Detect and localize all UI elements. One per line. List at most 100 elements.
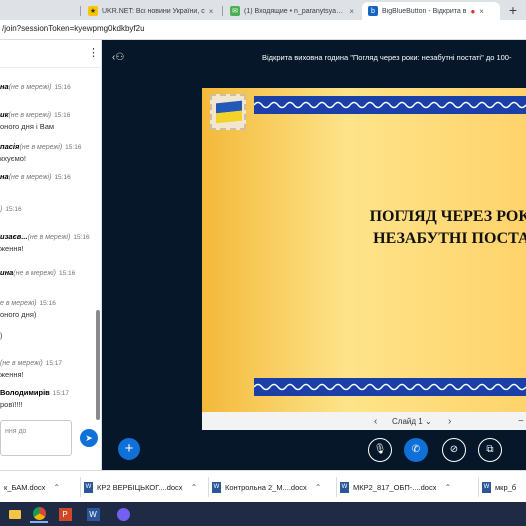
close-tab-icon[interactable]: × bbox=[479, 7, 484, 16]
download-item[interactable]: W КР2 ВЕРБІЦЬКОГ....docx ⌃ bbox=[84, 471, 197, 503]
tab-label: UKR.NET: Всі новини України, с bbox=[102, 7, 205, 15]
word-doc-icon: W bbox=[212, 481, 221, 493]
meeting-header: ‹⚇ Відкрита виховна година "Погляд через… bbox=[102, 40, 526, 76]
address-bar[interactable]: /join?sessionToken=kyewpmg0kdkbyf2u bbox=[0, 20, 526, 40]
message-author: изаєв... bbox=[0, 232, 28, 241]
message-text: ровї!!!! bbox=[0, 400, 23, 409]
tab-label: BigBlueButton - Відкрита в bbox=[382, 7, 467, 15]
file-explorer-icon[interactable] bbox=[6, 505, 24, 523]
tab-bigbluebutton[interactable]: b BigBlueButton - Відкрита в ● × bbox=[362, 2, 500, 20]
leave-audio-button[interactable]: ✆ bbox=[404, 438, 428, 462]
actions-button[interactable]: + bbox=[118, 438, 140, 460]
message-time: 15:16 bbox=[5, 206, 22, 213]
download-filename: к_БАМ.docx bbox=[4, 482, 46, 492]
chat-message: пасія(не в мережі) 15:16 кхуємо! bbox=[0, 142, 96, 163]
word-doc-icon: W bbox=[340, 481, 349, 493]
chat-message: на(не в мережі) 15:16 bbox=[0, 172, 96, 181]
download-separator bbox=[208, 477, 209, 497]
chat-message: изаєв...(не в мережі) 15:16 ження! bbox=[0, 232, 96, 253]
offline-status: (не в мережі) bbox=[27, 234, 71, 241]
message-author: пасія bbox=[0, 142, 20, 151]
chat-scrollbar[interactable] bbox=[96, 310, 100, 420]
mail-icon: ✉ bbox=[230, 6, 240, 16]
screen-share-icon: ⧉ bbox=[486, 444, 494, 455]
presentation-area: ‹⚇ Відкрита виховна година "Погляд через… bbox=[102, 40, 526, 470]
close-tab-icon[interactable]: × bbox=[209, 7, 214, 16]
download-separator bbox=[80, 477, 81, 497]
word-doc-icon: W bbox=[84, 481, 93, 493]
mute-mic-button[interactable]: 🎙 bbox=[368, 438, 392, 462]
presentation-slide: ПОГЛЯД ЧЕРЕЗ РОКИ НЕЗАБУТНІ ПОСТАТ bbox=[202, 88, 526, 412]
more-options-icon[interactable]: ⋮ bbox=[88, 46, 99, 59]
chrome-icon[interactable] bbox=[30, 505, 48, 523]
chat-message: ина(не в мережі) 15:16 bbox=[0, 268, 96, 277]
message-time: 15:16 bbox=[65, 144, 82, 151]
download-item[interactable]: W Контрольна 2_М....docx ⌃ bbox=[212, 471, 321, 503]
slide-title-line: НЕЗАБУТНІ ПОСТАТ bbox=[373, 230, 526, 247]
message-time: 15:16 bbox=[54, 84, 71, 91]
tab-separator bbox=[80, 6, 81, 16]
offline-status: (не в мережі) bbox=[8, 112, 52, 119]
slide-number: Слайд 1 bbox=[392, 416, 423, 426]
chevron-up-icon[interactable]: ⌃ bbox=[191, 483, 198, 492]
message-time: 15:16 bbox=[39, 300, 56, 307]
share-screen-button[interactable]: ⧉ bbox=[478, 438, 502, 462]
chevron-up-icon[interactable]: ⌃ bbox=[53, 483, 60, 492]
download-filename: Контрольна 2_М....docx bbox=[225, 482, 307, 492]
slide-selector[interactable]: Слайд 1 ⌄ bbox=[392, 417, 432, 426]
word-icon[interactable]: W bbox=[84, 505, 102, 523]
mute-mic-icon: 🎙 bbox=[373, 444, 387, 455]
tab-mail[interactable]: ✉ (1) Входящие • n_paranytsya@u × bbox=[224, 2, 360, 20]
offline-status: (не в мережі) bbox=[8, 174, 52, 181]
chat-header: ⋮ bbox=[0, 40, 102, 68]
camera-off-icon: ⊘ bbox=[449, 444, 459, 455]
phone-icon: ✆ bbox=[411, 444, 421, 455]
chat-message: ) 15:16 bbox=[0, 204, 96, 213]
download-filename: КР2 ВЕРБІЦЬКОГ....docx bbox=[97, 482, 183, 492]
message-time: 15:16 bbox=[54, 112, 71, 119]
message-author: на bbox=[0, 172, 9, 181]
word-doc-icon: W bbox=[482, 481, 491, 493]
recording-indicator-icon: ● bbox=[470, 6, 476, 16]
offline-status: е в мережі) bbox=[0, 300, 37, 307]
next-slide-icon[interactable]: › bbox=[448, 416, 451, 427]
viber-icon[interactable] bbox=[114, 505, 132, 523]
offline-status: (не в мережі) bbox=[13, 270, 57, 277]
share-webcam-button[interactable]: ⊘ bbox=[442, 438, 466, 462]
message-time: 15:17 bbox=[45, 360, 63, 367]
offline-status: (не в мережі) bbox=[0, 360, 43, 367]
download-item[interactable]: к_БАМ.docx ⌃ bbox=[4, 471, 60, 503]
message-text: ження! bbox=[0, 244, 24, 253]
ukraine-stamp-image bbox=[210, 94, 246, 130]
previous-slide-icon[interactable]: ‹ bbox=[374, 416, 377, 427]
download-separator bbox=[478, 477, 479, 497]
close-tab-icon[interactable]: × bbox=[349, 7, 354, 16]
message-time: 15:17 bbox=[52, 390, 70, 397]
chat-message-list: на(не в мережі) 15:16 ик(не в мережі) 15:1… bbox=[0, 68, 96, 418]
user-list-toggle-icon[interactable]: ‹⚇ bbox=[112, 52, 124, 63]
browser-tab-strip: ★ UKR.NET: Всі новини України, с × ✉ (1)… bbox=[0, 0, 526, 20]
zoom-out-icon[interactable]: − bbox=[518, 416, 524, 427]
slide-navigation-bar: ‹ Слайд 1 ⌄ › − bbox=[202, 412, 526, 430]
download-item[interactable]: W мкр_б bbox=[482, 471, 516, 503]
ornament-band-top bbox=[254, 96, 526, 114]
chevron-up-icon[interactable]: ⌃ bbox=[315, 483, 322, 492]
message-author: Володимирів bbox=[0, 388, 50, 397]
chat-message-input[interactable]: ння до bbox=[0, 420, 72, 456]
wave-ornament bbox=[254, 383, 526, 391]
offline-status: (не в мережі) bbox=[8, 84, 52, 91]
offline-status: (не в мережі) bbox=[19, 144, 63, 151]
chevron-up-icon[interactable]: ⌃ bbox=[444, 483, 451, 492]
url-text[interactable]: /join?sessionToken=kyewpmg0kdkbyf2u bbox=[2, 24, 145, 33]
message-author: на bbox=[0, 82, 9, 91]
download-item[interactable]: W МКР2_817_ОБП-....docx ⌃ bbox=[340, 471, 451, 503]
slide-title: ПОГЛЯД ЧЕРЕЗ РОКИ НЕЗАБУТНІ ПОСТАТ bbox=[326, 206, 526, 250]
flag-yellow-stripe bbox=[216, 110, 242, 124]
new-tab-button[interactable]: + bbox=[505, 2, 521, 18]
tab-ukrnet[interactable]: ★ UKR.NET: Всі новини України, с × bbox=[82, 2, 222, 20]
powerpoint-icon[interactable]: P bbox=[56, 505, 74, 523]
send-message-button[interactable]: ➤ bbox=[80, 429, 98, 447]
chat-message: Володимирів 15:17 ровї!!!! bbox=[0, 388, 96, 409]
slide-title-line: ПОГЛЯД ЧЕРЕЗ РОКИ bbox=[369, 208, 526, 225]
taskbar: P W bbox=[0, 502, 526, 526]
